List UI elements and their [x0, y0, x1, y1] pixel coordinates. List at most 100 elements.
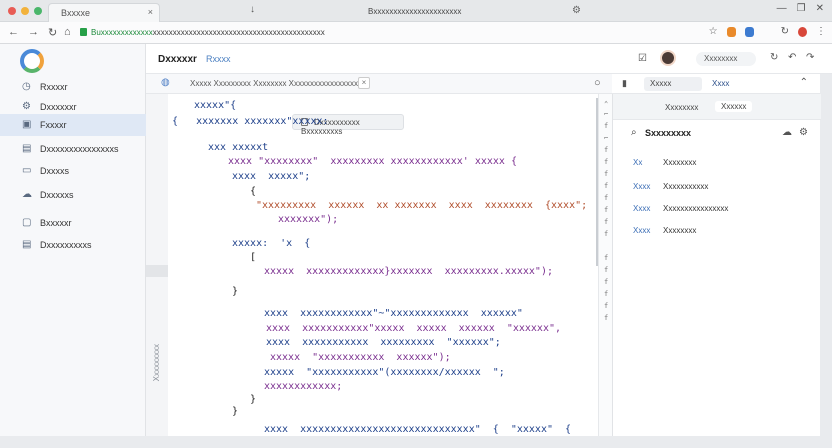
- strip-mark: f: [604, 206, 609, 214]
- property-row: Xxxx Xxxxxxxxxxxxxxxx: [633, 204, 728, 213]
- close-window-icon[interactable]: [8, 7, 16, 15]
- sidebar-item-label: Dxxxxxs: [40, 190, 74, 200]
- strip-mark: f: [604, 290, 609, 298]
- clock-icon: ◷: [22, 81, 31, 92]
- gear-icon: ⚙: [22, 101, 31, 112]
- code-line: xxxxxxx");: [278, 214, 339, 225]
- chevron-up-icon[interactable]: ⌃: [800, 77, 808, 88]
- tab-title: Bxxxxe: [61, 8, 91, 18]
- minimap-strip[interactable]: ⌃ ⌐ f ⌐ f f f f f f f f f f f f f f: [598, 94, 612, 436]
- code-line: }: [232, 406, 239, 417]
- header-link[interactable]: Rxxxx: [206, 54, 231, 64]
- url-input[interactable]: Buxxxxxxxxxxxxxxxxxxxxxxxxxxxxxxxxxxxxxx…: [91, 28, 325, 37]
- code-line: xxxxx "xxxxxxxxxxx"(xxxxxxxx/xxxxxx ";: [264, 367, 505, 378]
- strip-mark: f: [604, 146, 609, 154]
- sidebar-item-4[interactable]: ▭ Dxxxxs: [0, 160, 146, 182]
- strip-mark: f: [604, 230, 609, 238]
- strip-mark: ⌐: [604, 110, 609, 118]
- close-icon[interactable]: ✕: [816, 3, 824, 14]
- close-tab-icon[interactable]: ×: [358, 77, 370, 89]
- code-line: xxxx xxxxxxxxxxx xxxxxxxxx "xxxxxx";: [266, 337, 501, 348]
- page-title: Dxxxxxr: [158, 54, 197, 65]
- editor-toolbar: ◍ Xxxxx Xxxxxxxxx Xxxxxxxx Xxxxxxxxxxxxx…: [146, 74, 612, 94]
- tab-close-icon[interactable]: ×: [148, 7, 153, 17]
- sidebar-item-label: Fxxxxr: [40, 120, 67, 130]
- forward-arrow-icon[interactable]: ↷: [806, 52, 814, 63]
- minimize-window-icon[interactable]: [21, 7, 29, 15]
- bookmark-icon[interactable]: ☆: [709, 26, 718, 37]
- tab-c[interactable]: Xxxxxxxx: [665, 103, 698, 112]
- profile-icon[interactable]: [798, 26, 807, 37]
- os-window-controls: — ❐ ✕: [777, 3, 824, 14]
- menu-icon[interactable]: ⋮: [816, 26, 826, 37]
- property-row: Xx Xxxxxxxx: [633, 158, 696, 167]
- section-title: Sxxxxxxxx: [645, 128, 692, 138]
- checkbox-icon[interactable]: ☑: [638, 53, 647, 64]
- save-icon[interactable]: ▮: [622, 78, 627, 89]
- extension-icon[interactable]: [726, 26, 736, 37]
- refresh-icon[interactable]: ↻: [770, 52, 778, 63]
- tab-d[interactable]: Xxxxxx: [715, 101, 753, 112]
- address-bar: ← → ↻ ⌂ Buxxxxxxxxxxxxxxxxxxxxxxxxxxxxxx…: [0, 22, 832, 44]
- code-editor[interactable]: Xxxxxxxxx Dxxxxxxxxxx Bxxxxxxxxs xxxxx"{…: [146, 94, 598, 436]
- back-arrow-icon[interactable]: ↶: [788, 52, 796, 63]
- tab-b[interactable]: Xxxx: [712, 79, 729, 88]
- sidebar-item-label: Dxxxxxxr: [40, 102, 77, 112]
- sidebar-item-label: Dxxxxxxxxxxxxxxxs: [40, 144, 119, 154]
- circle-icon[interactable]: ○: [594, 77, 601, 89]
- property-row: Xxxx Xxxxxxxxxxx: [633, 182, 708, 191]
- code-line: xxxx xxxxxxxxxxxxxxxxxxxxxxxxxxxxx" { "x…: [264, 424, 572, 435]
- window-title: Bxxxxxxxxxxxxxxxxxxxxxx: [368, 7, 462, 16]
- code-line: xxx xxxxxt: [208, 142, 269, 153]
- gutter-highlight: [146, 265, 168, 277]
- search-icon: ⌕: [631, 127, 637, 138]
- minimize-icon[interactable]: —: [777, 3, 787, 14]
- refresh-icon[interactable]: ↻: [781, 26, 789, 37]
- list-icon: ▤: [22, 239, 32, 250]
- terminal-icon: ▢: [22, 217, 32, 228]
- code-line: [: [250, 252, 257, 263]
- gear-icon[interactable]: ⚙: [572, 5, 581, 16]
- app-logo[interactable]: [20, 49, 44, 73]
- code-line: xxxx "xxxxxxxx" xxxxxxxxx xxxxxxxxxxxx' …: [228, 156, 517, 167]
- tab-a[interactable]: Xxxxx: [644, 77, 702, 91]
- property-value: Xxxxxxxx: [663, 226, 697, 235]
- reload-icon[interactable]: ↻: [48, 26, 57, 39]
- gear-icon[interactable]: ⚙: [799, 127, 808, 138]
- window-controls: [8, 7, 42, 15]
- strip-mark: f: [604, 314, 609, 322]
- sidebar-item-6[interactable]: ▢ Bxxxxxr: [0, 212, 146, 234]
- top-right-bar: ☑ Xxxxxxxx ↻ ↶ ↷: [612, 44, 832, 74]
- strip-mark: f: [604, 122, 609, 130]
- sidebar-item-5[interactable]: ☁ Dxxxxxs: [0, 184, 146, 206]
- cloud-icon[interactable]: ☁: [782, 127, 792, 138]
- code-line: xxxxx"{: [194, 100, 237, 111]
- code-line: xxxx xxxxxxxxxxxx"~"xxxxxxxxxxxxx xxxxxx…: [264, 308, 523, 319]
- sidebar-item-3[interactable]: ▤ Dxxxxxxxxxxxxxxxs: [0, 138, 146, 160]
- back-icon[interactable]: ←: [8, 26, 19, 38]
- avatar[interactable]: [660, 50, 676, 66]
- code-line: }: [250, 394, 257, 405]
- sidebar-item-0[interactable]: ◷ Rxxxxr: [0, 76, 146, 98]
- browser-tab-bar: Bxxxxe × ↓ Bxxxxxxxxxxxxxxxxxxxxxx ⚙ — ❐…: [0, 0, 832, 22]
- right-panel-tabs: Xxxxxxxx Xxxxxx: [613, 94, 821, 120]
- extension-icon[interactable]: [744, 26, 754, 37]
- document-icon: ▤: [22, 143, 32, 154]
- strip-mark: f: [604, 182, 609, 190]
- sidebar-item-label: Dxxxxxxxxxs: [40, 240, 92, 250]
- sidebar-item-7[interactable]: ▤ Dxxxxxxxxxs: [0, 234, 146, 256]
- toolbar-breadcrumb: Xxxxx Xxxxxxxxx Xxxxxxxx Xxxxxxxxxxxxxxx…: [190, 79, 359, 88]
- sidebar-item-2[interactable]: ▣ Fxxxxr: [0, 114, 146, 136]
- home-icon[interactable]: ⌂: [64, 26, 71, 38]
- folder-icon: ▣: [22, 119, 32, 130]
- search-pill[interactable]: Xxxxxxxx: [696, 52, 756, 66]
- forward-icon[interactable]: →: [28, 26, 39, 38]
- settings-icon[interactable]: ◍: [161, 77, 170, 88]
- browser-tab[interactable]: Bxxxxe ×: [48, 3, 160, 22]
- maximize-window-icon[interactable]: [34, 7, 42, 15]
- restore-icon[interactable]: ❐: [797, 3, 806, 14]
- right-panel: Xxxxxxxx Xxxxxx ⌕ Sxxxxxxxx ☁ ⚙ Xx Xxxxxx…: [612, 94, 821, 436]
- right-panel-header: ○ ▮ Xxxxx Xxxx ⌃: [594, 74, 820, 94]
- code-line: xxxx xxxxx";: [232, 171, 311, 182]
- download-icon[interactable]: ↓: [250, 4, 255, 15]
